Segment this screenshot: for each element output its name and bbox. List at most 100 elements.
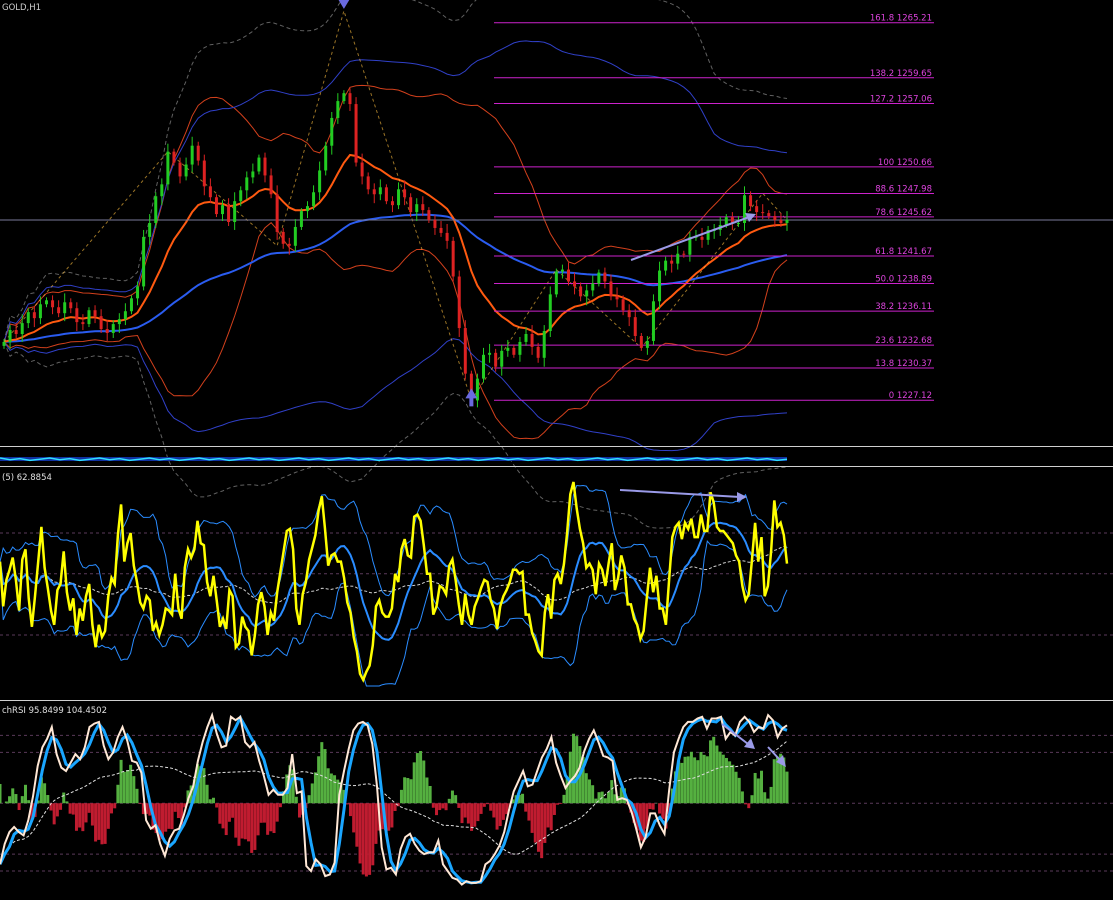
candle-body bbox=[154, 196, 158, 223]
histogram-bar bbox=[55, 803, 59, 817]
histogram-bar bbox=[495, 803, 499, 830]
candle-body bbox=[20, 323, 24, 335]
candle-body bbox=[658, 270, 662, 302]
fib-level-label: 100 1250.66 bbox=[878, 158, 932, 168]
histogram-bar bbox=[438, 803, 442, 811]
histogram-bar bbox=[530, 803, 534, 833]
candle-body bbox=[445, 232, 449, 241]
candle-body bbox=[755, 206, 759, 213]
candle-body bbox=[676, 253, 680, 264]
histogram-bar bbox=[23, 784, 27, 804]
histogram-bar bbox=[208, 799, 212, 804]
histogram-bar bbox=[696, 760, 700, 804]
candle-body bbox=[579, 286, 583, 297]
candle-body bbox=[524, 334, 528, 342]
histogram-bar bbox=[65, 801, 69, 804]
histogram-bar bbox=[533, 803, 537, 843]
candle-body bbox=[591, 283, 595, 291]
candle-body bbox=[573, 281, 577, 287]
histogram-bar bbox=[348, 803, 352, 817]
histogram-bar bbox=[689, 751, 693, 804]
candle-body bbox=[336, 101, 340, 118]
histogram-bar bbox=[651, 803, 655, 810]
histogram-bar bbox=[46, 795, 50, 804]
histogram-bar bbox=[444, 803, 448, 811]
histogram-bar bbox=[90, 803, 94, 826]
candle-body bbox=[724, 217, 728, 225]
candle-body bbox=[506, 347, 510, 351]
histogram-bar bbox=[463, 803, 467, 818]
fib-level-label: 23.6 1232.68 bbox=[875, 336, 932, 346]
histogram-bar bbox=[272, 803, 276, 834]
histogram-bar bbox=[17, 803, 21, 811]
candle-body bbox=[354, 104, 358, 163]
candle-body bbox=[384, 187, 388, 202]
histogram-bar bbox=[8, 796, 12, 804]
histogram-bar bbox=[540, 803, 544, 859]
histogram-bar bbox=[610, 780, 614, 804]
histogram-bar bbox=[428, 785, 432, 804]
candle-body bbox=[239, 190, 243, 202]
histogram-bar bbox=[447, 798, 451, 804]
histogram-bar bbox=[215, 803, 219, 808]
candle-body bbox=[785, 220, 789, 223]
histogram-bar bbox=[170, 803, 174, 830]
histogram-bar bbox=[262, 803, 266, 823]
histogram-bar bbox=[587, 779, 591, 804]
histogram-bar bbox=[527, 803, 531, 821]
candle-body bbox=[348, 93, 352, 105]
histogram-bar bbox=[648, 803, 652, 809]
histogram-bar bbox=[466, 803, 470, 824]
histogram-bar bbox=[724, 757, 728, 804]
candle-body bbox=[208, 186, 212, 198]
histogram-bar bbox=[607, 792, 611, 804]
histogram-bar bbox=[278, 803, 282, 808]
candle-body bbox=[664, 260, 668, 271]
histogram-bar bbox=[259, 803, 263, 823]
histogram-bar bbox=[237, 803, 241, 846]
candle-body bbox=[105, 329, 109, 334]
histogram-bar bbox=[113, 803, 117, 809]
histogram-bar bbox=[686, 756, 690, 804]
histogram-bar bbox=[699, 751, 703, 804]
candle-body bbox=[172, 151, 176, 163]
candle-body bbox=[597, 272, 601, 284]
histogram-bar bbox=[164, 803, 168, 832]
candle-body bbox=[221, 205, 225, 215]
candle-body bbox=[69, 302, 73, 309]
candle-body bbox=[761, 212, 765, 214]
candle-body bbox=[548, 294, 552, 332]
candle-body bbox=[2, 341, 6, 346]
candle-body bbox=[463, 328, 467, 374]
candle-body bbox=[57, 307, 61, 314]
candle-body bbox=[8, 330, 12, 342]
fib-level-label: 161.8 1265.21 bbox=[870, 14, 932, 24]
histogram-bar bbox=[125, 770, 129, 804]
candle-body bbox=[749, 195, 753, 207]
histogram-bar bbox=[355, 803, 359, 847]
rsi-label: (5) 62.8854 bbox=[2, 473, 52, 483]
histogram-bar bbox=[11, 788, 15, 804]
candle-body bbox=[312, 192, 316, 207]
histogram-bar bbox=[256, 803, 260, 836]
candle-body bbox=[293, 226, 297, 246]
histogram-bar bbox=[27, 800, 31, 804]
histogram-bar bbox=[546, 803, 550, 828]
candle-body bbox=[397, 189, 401, 206]
histogram-bar bbox=[106, 803, 110, 829]
candle-body bbox=[14, 330, 18, 335]
candle-body bbox=[433, 220, 437, 228]
candle-body bbox=[87, 310, 91, 325]
histogram-bar bbox=[562, 794, 566, 804]
candle-body bbox=[111, 324, 115, 334]
histogram-bar bbox=[52, 803, 56, 825]
candle-body bbox=[142, 236, 146, 287]
histogram-bar bbox=[775, 756, 779, 804]
candle-body bbox=[160, 184, 164, 197]
candle-body bbox=[378, 187, 382, 195]
fib-level-label: 138.2 1259.65 bbox=[870, 69, 932, 79]
candle-body bbox=[299, 211, 303, 227]
candle-body bbox=[779, 220, 783, 223]
histogram-bar bbox=[138, 803, 142, 804]
candle-body bbox=[233, 201, 237, 223]
